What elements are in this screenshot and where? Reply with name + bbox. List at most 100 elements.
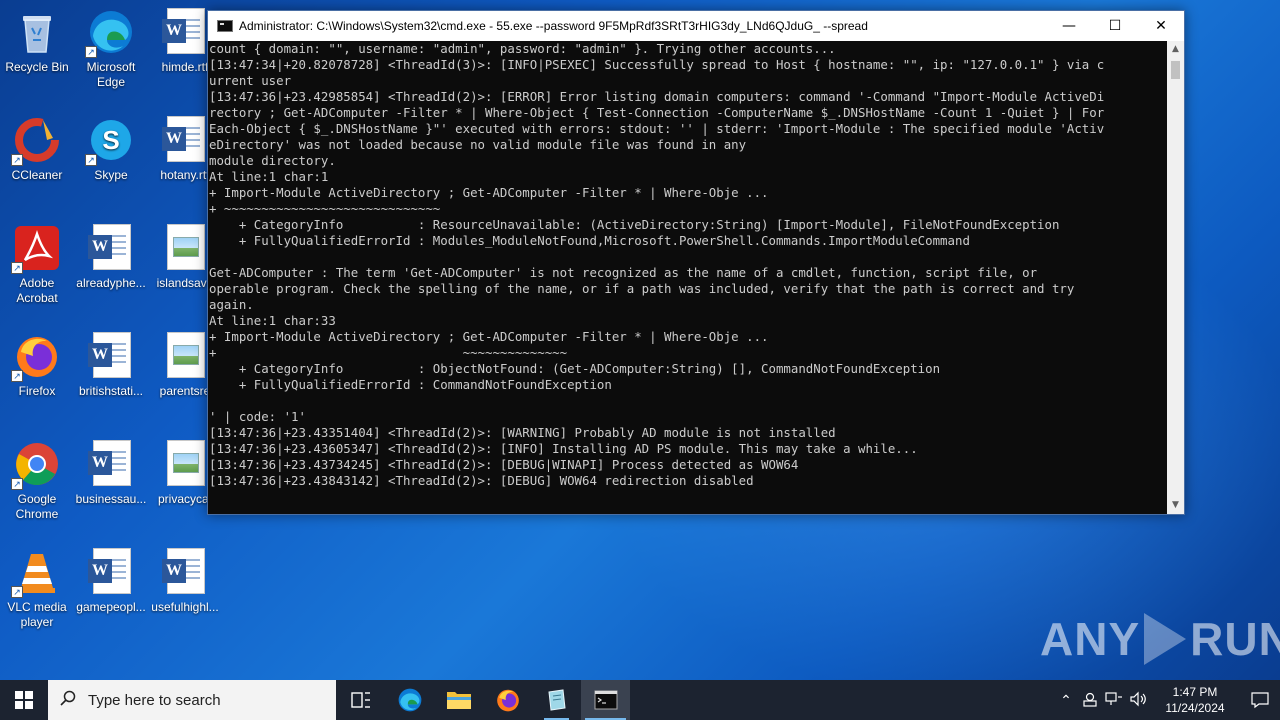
search-icon <box>60 690 84 711</box>
desktop-icon-vlc[interactable]: ↗ VLC media player <box>0 548 74 630</box>
word-document-icon: W <box>87 332 135 380</box>
console-line: + FullyQualifiedErrorId : CommandNotFoun… <box>209 377 612 392</box>
volume-icon[interactable] <box>1126 691 1150 710</box>
anyrun-watermark: ANY RUN <box>1040 612 1280 666</box>
shortcut-arrow-icon: ↗ <box>11 370 23 382</box>
desktop-icon-label: Skype <box>94 168 128 182</box>
watermark-text-left: ANY <box>1040 613 1141 665</box>
shortcut-arrow-icon: ↗ <box>85 46 97 58</box>
vertical-scrollbar[interactable]: ▲ ▼ <box>1167 41 1184 514</box>
minimize-button[interactable]: — <box>1046 11 1092 41</box>
task-view-button[interactable] <box>336 680 385 720</box>
desktop-icon-adobe-acrobat[interactable]: ↗ Adobe Acrobat <box>0 224 74 306</box>
skype-icon: S ↗ <box>85 116 135 166</box>
console-line: count { domain: "", username: "admin", p… <box>209 41 836 56</box>
desktop-icon-skype[interactable]: S ↗ Skype <box>74 116 148 183</box>
taskbar-file-explorer[interactable] <box>434 680 483 720</box>
cmd-icon <box>594 690 617 710</box>
shortcut-arrow-icon: ↗ <box>11 586 23 598</box>
word-document-icon: W <box>87 440 135 488</box>
desktop-icon-gamepeopl[interactable]: W gamepeopl... <box>74 548 148 615</box>
firefox-icon <box>496 689 519 712</box>
svg-text:S: S <box>102 125 119 155</box>
desktop-icon-label: Google Chrome <box>15 492 59 521</box>
window-titlebar[interactable]: Administrator: C:\Windows\System32\cmd.e… <box>208 11 1184 41</box>
taskbar: Type here to search ⌃ 1:47 PM 11/24/2024 <box>0 680 1280 720</box>
window-title: Administrator: C:\Windows\System32\cmd.e… <box>239 19 868 33</box>
shortcut-arrow-icon: ↗ <box>11 154 23 166</box>
console-line: again. <box>209 297 254 312</box>
desktop-icon-google-chrome[interactable]: ↗ Google Chrome <box>0 440 74 522</box>
desktop-icon-label: CCleaner <box>11 168 63 182</box>
taskbar-notepad-app[interactable] <box>532 680 581 720</box>
maximize-icon: ☐ <box>1108 18 1122 34</box>
desktop-icon-label: usefulhighl... <box>151 600 219 614</box>
clock-date: 11/24/2024 <box>1165 701 1225 715</box>
windows-logo-icon <box>15 691 33 709</box>
console-line: [13:47:36|+23.43843142] <ThreadId(2)>: [… <box>209 473 754 488</box>
desktop-icon-label: VLC media player <box>7 600 67 629</box>
desktop-icon-alreadyphe[interactable]: W alreadyphe... <box>74 224 148 291</box>
cmd-icon <box>217 20 233 32</box>
scrollbar-thumb[interactable] <box>1171 61 1180 79</box>
desktop-icon-label: businessau... <box>75 492 147 506</box>
scroll-down-icon[interactable]: ▼ <box>1167 497 1184 514</box>
play-triangle-icon <box>1144 613 1187 665</box>
close-button[interactable]: ✕ <box>1138 11 1184 41</box>
scroll-up-icon[interactable]: ▲ <box>1167 41 1184 58</box>
console-line: module directory. <box>209 153 336 168</box>
image-file-icon <box>161 332 209 380</box>
desktop-icon-ccleaner[interactable]: ↗ CCleaner <box>0 116 74 183</box>
desktop-icon-label: alreadyphe... <box>76 276 146 290</box>
search-placeholder: Type here to search <box>88 691 221 709</box>
console-line: + FullyQualifiedErrorId : Modules_Module… <box>209 233 970 248</box>
console-line: At line:1 char:33 <box>209 313 336 328</box>
desktop-icon-firefox[interactable]: ↗ Firefox <box>0 332 74 399</box>
desktop-icon-label: britishstati... <box>78 384 144 398</box>
console-line: operable program. Check the spelling of … <box>209 281 1075 296</box>
console-line: Each-Object { $_.DNSHostName }"' execute… <box>209 121 1105 136</box>
taskbar-search-box[interactable]: Type here to search <box>48 680 336 720</box>
clock-time: 1:47 PM <box>1172 685 1218 699</box>
notification-center-button[interactable] <box>1240 691 1280 709</box>
shortcut-arrow-icon: ↗ <box>11 262 23 274</box>
taskbar-clock[interactable]: 1:47 PM 11/24/2024 <box>1156 684 1234 716</box>
maximize-button[interactable]: ☐ <box>1092 11 1138 41</box>
taskbar-edge[interactable] <box>385 680 434 720</box>
desktop-icon-microsoft-edge[interactable]: ↗ Microsoft Edge <box>74 8 148 90</box>
start-button[interactable] <box>0 680 48 720</box>
minimize-icon: — <box>1062 18 1076 34</box>
cmd-window[interactable]: Administrator: C:\Windows\System32\cmd.e… <box>207 10 1185 515</box>
console-line: + CategoryInfo : ResourceUnavailable: (A… <box>209 217 1060 232</box>
console-output[interactable]: count { domain: "", username: "admin", p… <box>208 41 1167 514</box>
console-line: At line:1 char:1 <box>209 169 329 184</box>
desktop-icon-britishstati[interactable]: W britishstati... <box>74 332 148 399</box>
desktop-icon-usefulhighl[interactable]: W usefulhighl... <box>148 548 222 615</box>
chevron-up-icon[interactable]: ⌃ <box>1054 692 1078 709</box>
taskbar-cmd[interactable] <box>581 680 630 720</box>
word-document-icon: W <box>87 224 135 272</box>
console-line: urrent user <box>209 73 292 88</box>
recycle-bin-icon <box>13 8 61 56</box>
taskbar-firefox[interactable] <box>483 680 532 720</box>
console-line: [13:47:36|+23.43351404] <ThreadId(2)>: [… <box>209 425 836 440</box>
network-icon[interactable] <box>1102 691 1126 710</box>
console-line: ' | code: '1' <box>209 409 306 424</box>
console-line: [13:47:36|+23.43605347] <ThreadId(2)>: [… <box>209 441 918 456</box>
word-document-icon: W <box>161 548 209 596</box>
console-line: + CategoryInfo : ObjectNotFound: (Get-AD… <box>209 361 941 376</box>
desktop-icon-recycle-bin[interactable]: Recycle Bin <box>0 8 74 75</box>
edge-icon: ↗ <box>85 8 135 58</box>
notepad-icon <box>547 689 566 711</box>
firefox-icon: ↗ <box>11 332 61 382</box>
desktop-icon-label: Microsoft Edge <box>86 60 136 89</box>
desktop-icon-label: Firefox <box>18 384 56 398</box>
word-document-icon: W <box>161 116 209 164</box>
desktop-icon-label: Adobe Acrobat <box>16 276 58 305</box>
people-icon[interactable] <box>1078 691 1102 710</box>
vlc-icon: ↗ <box>11 548 61 598</box>
desktop-icon-businessau[interactable]: W businessau... <box>74 440 148 507</box>
image-file-icon <box>161 440 209 488</box>
acrobat-icon: ↗ <box>11 224 61 274</box>
